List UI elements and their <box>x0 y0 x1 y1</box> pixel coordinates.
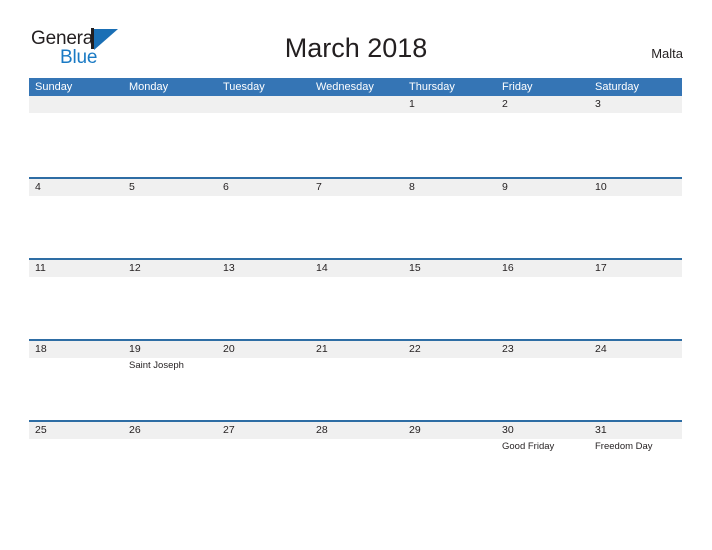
day-cell-2[interactable]: 2 <box>496 96 589 175</box>
day-number: 22 <box>409 343 421 355</box>
day-cell-6[interactable]: 6 <box>217 179 310 258</box>
day-number: 17 <box>595 262 607 274</box>
calendar-week-row: 4 5 6 7 8 9 10 <box>29 177 682 258</box>
day-number <box>129 96 217 113</box>
day-number: 11 <box>35 262 46 274</box>
day-events: Freedom Day <box>595 439 682 453</box>
day-number: 26 <box>129 424 141 436</box>
week-cells: 4 5 6 7 8 9 10 <box>29 179 682 258</box>
day-number <box>223 96 310 113</box>
calendar-week-row: 11 12 13 14 15 16 17 <box>29 258 682 339</box>
day-cell-24[interactable]: 24 <box>589 341 682 420</box>
weekday-header-saturday: Saturday <box>595 81 640 93</box>
day-cell-10[interactable]: 10 <box>589 179 682 258</box>
day-cell-26[interactable]: 26 <box>123 422 217 501</box>
day-number: 9 <box>502 181 508 193</box>
day-cell-8[interactable]: 8 <box>403 179 496 258</box>
day-number: 31 <box>595 424 607 436</box>
calendar-grid: Sunday Monday Tuesday Wednesday Thursday Frid… <box>29 78 682 501</box>
weekday-header-row: Sunday Monday Tuesday Wednesday Thursday Frid… <box>29 78 682 96</box>
day-number: 27 <box>223 424 235 436</box>
day-cell-25[interactable]: 25 <box>29 422 123 501</box>
day-number: 19 <box>129 343 141 355</box>
day-cell-23[interactable]: 23 <box>496 341 589 420</box>
day-number: 30 <box>502 424 514 436</box>
day-number <box>316 96 403 113</box>
weekday-header-tuesday: Tuesday <box>223 81 265 93</box>
day-cell-31[interactable]: 31 Freedom Day <box>589 422 682 501</box>
holiday-label: Saint Joseph <box>129 360 184 371</box>
day-events: Good Friday <box>502 439 589 453</box>
day-cell-21[interactable]: 21 <box>310 341 403 420</box>
calendar-week-row: 18 19 Saint Joseph 20 21 22 23 24 <box>29 339 682 420</box>
day-number: 12 <box>129 262 141 274</box>
day-number: 15 <box>409 262 421 274</box>
day-number: 4 <box>35 181 41 193</box>
day-cell-16[interactable]: 16 <box>496 260 589 339</box>
day-number <box>35 96 123 113</box>
day-cell-15[interactable]: 15 <box>403 260 496 339</box>
day-cell-3[interactable]: 3 <box>589 96 682 175</box>
day-cell-empty <box>310 96 403 175</box>
day-events: Saint Joseph <box>129 358 217 372</box>
day-cell-4[interactable]: 4 <box>29 179 123 258</box>
week-cells: 25 26 27 28 29 30 Good Friday 31 Freedom Day <box>29 422 682 501</box>
week-cells: 11 12 13 14 15 16 17 <box>29 260 682 339</box>
day-number: 13 <box>223 262 235 274</box>
weekday-header-friday: Friday <box>502 81 533 93</box>
holiday-label: Good Friday <box>502 441 555 452</box>
day-cell-30[interactable]: 30 Good Friday <box>496 422 589 501</box>
day-number: 21 <box>316 343 328 355</box>
day-number: 8 <box>409 181 415 193</box>
day-cell-18[interactable]: 18 <box>29 341 123 420</box>
weekday-header-sunday: Sunday <box>35 81 73 93</box>
page-header: General Blue March 2018 Malta <box>0 0 712 76</box>
day-number: 1 <box>409 98 415 110</box>
day-cell-9[interactable]: 9 <box>496 179 589 258</box>
week-cells: 18 19 Saint Joseph 20 21 22 23 24 <box>29 341 682 420</box>
day-cell-28[interactable]: 28 <box>310 422 403 501</box>
page-title: March 2018 <box>284 33 428 63</box>
day-number: 25 <box>35 424 47 436</box>
calendar-weeks: 1 2 3 4 5 6 7 8 9 10 11 12 13 14 15 16 17 18 19 Saint Josep… <box>29 96 682 501</box>
weekday-header-thursday: Thursday <box>409 81 455 93</box>
day-cell-11[interactable]: 11 <box>29 260 123 339</box>
day-number: 16 <box>502 262 514 274</box>
day-number: 6 <box>223 181 229 193</box>
day-cell-27[interactable]: 27 <box>217 422 310 501</box>
day-cell-5[interactable]: 5 <box>123 179 217 258</box>
day-number: 29 <box>409 424 421 436</box>
day-cell-empty <box>29 96 123 175</box>
calendar-week-row: 1 2 3 <box>29 96 682 177</box>
day-cell-empty <box>123 96 217 175</box>
day-cell-29[interactable]: 29 <box>403 422 496 501</box>
day-cell-22[interactable]: 22 <box>403 341 496 420</box>
day-number: 23 <box>502 343 514 355</box>
day-cell-1[interactable]: 1 <box>403 96 496 175</box>
day-number: 20 <box>223 343 235 355</box>
day-cell-17[interactable]: 17 <box>589 260 682 339</box>
day-number: 2 <box>502 98 508 110</box>
day-number: 28 <box>316 424 328 436</box>
day-number: 3 <box>595 98 601 110</box>
day-cell-20[interactable]: 20 <box>217 341 310 420</box>
day-cell-empty <box>217 96 310 175</box>
day-number: 5 <box>129 181 135 193</box>
weekday-header-wednesday: Wednesday <box>316 81 374 93</box>
day-number: 7 <box>316 181 322 193</box>
day-number: 24 <box>595 343 607 355</box>
week-cells: 1 2 3 <box>29 96 682 175</box>
region-label: Malta <box>651 46 683 61</box>
holiday-label: Freedom Day <box>595 441 653 452</box>
day-number: 10 <box>595 181 607 193</box>
calendar-week-row: 25 26 27 28 29 30 Good Friday 31 Freedom Day <box>29 420 682 501</box>
day-cell-19[interactable]: 19 Saint Joseph <box>123 341 217 420</box>
day-cell-13[interactable]: 13 <box>217 260 310 339</box>
day-cell-14[interactable]: 14 <box>310 260 403 339</box>
day-number: 18 <box>35 343 47 355</box>
day-cell-12[interactable]: 12 <box>123 260 217 339</box>
day-number: 14 <box>316 262 328 274</box>
weekday-header-monday: Monday <box>129 81 169 93</box>
day-cell-7[interactable]: 7 <box>310 179 403 258</box>
